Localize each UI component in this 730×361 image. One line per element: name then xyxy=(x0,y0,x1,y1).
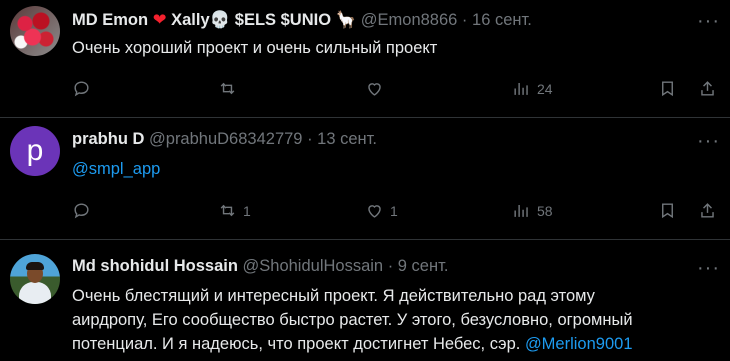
tweet-date[interactable]: 16 сент. xyxy=(472,11,532,29)
tweet-text-line: потенциал. И я надеюсь, что проект дости… xyxy=(72,332,633,356)
views-count: 58 xyxy=(537,202,553,219)
tweet-prabhu[interactable]: p prabhu D @prabhuD68342779 · 13 сент. ·… xyxy=(0,118,730,240)
bookmark-icon xyxy=(662,81,673,97)
tweet-text: Очень блестящий и интересный проект. Я д… xyxy=(72,284,633,356)
tweet-text: Очень хороший проект и очень сильный про… xyxy=(72,39,438,57)
like-button[interactable] xyxy=(365,79,390,98)
tweet-mention-link[interactable]: @smpl_app xyxy=(72,157,160,181)
reply-button[interactable] xyxy=(72,201,97,220)
user-name[interactable]: prabhu D xyxy=(72,130,144,148)
separator: · xyxy=(387,257,394,275)
views-icon xyxy=(514,204,528,217)
user-handle[interactable]: @ShohidulHossain xyxy=(243,257,384,275)
like-icon xyxy=(368,83,381,96)
more-options-icon[interactable]: ··· xyxy=(697,10,720,33)
tweet-emon[interactable]: MD Emon ❤ Xally💀 $ELS $UNIO 🦙 @Emon8866 … xyxy=(0,0,730,118)
user-handle[interactable]: @prabhuD68342779 xyxy=(149,130,302,148)
heart-emoji-icon: ❤ xyxy=(152,11,167,29)
retweet-count: 1 xyxy=(243,202,251,219)
tweet-shohidul[interactable]: Md shohidul Hossain @ShohidulHossain · 9… xyxy=(0,240,730,361)
tweet-date[interactable]: 9 сент. xyxy=(398,257,449,275)
more-options-icon[interactable]: ··· xyxy=(697,130,720,153)
like-button[interactable]: 1 xyxy=(365,201,398,220)
separator: · xyxy=(461,11,468,29)
views-button[interactable]: 24 xyxy=(512,79,553,98)
tweet-text-line-content: потенциал. И я надеюсь, что проект дости… xyxy=(72,335,525,353)
reply-icon xyxy=(74,81,89,97)
share-button[interactable] xyxy=(698,201,717,220)
retweet-icon xyxy=(220,204,235,217)
share-button[interactable] xyxy=(698,79,717,98)
more-options-icon[interactable]: ··· xyxy=(697,257,720,280)
bookmark-button[interactable] xyxy=(658,79,677,98)
share-icon xyxy=(701,81,714,96)
tweet-header: MD Emon ❤ Xally💀 $ELS $UNIO 🦙 @Emon8866 … xyxy=(72,10,532,30)
tweet-header: Md shohidul Hossain @ShohidulHossain · 9… xyxy=(72,257,448,276)
tweet-date[interactable]: 13 сент. xyxy=(317,130,377,148)
tweet-text-line: Очень блестящий и интересный проект. Я д… xyxy=(72,287,595,305)
tweet-text-line: аирдропу, Его сообщество быстро растет. … xyxy=(72,311,633,329)
like-icon xyxy=(368,205,381,218)
tweet-header: prabhu D @prabhuD68342779 · 13 сент. xyxy=(72,130,377,149)
user-name-suffix[interactable]: Xally💀 $ELS $UNIO 🦙 xyxy=(171,11,356,29)
user-name[interactable]: Md shohidul Hossain xyxy=(72,257,238,275)
views-count: 24 xyxy=(537,80,553,97)
reply-icon xyxy=(74,203,89,219)
like-count: 1 xyxy=(390,202,398,219)
tweet-actions: 24 xyxy=(72,79,722,101)
retweet-button[interactable] xyxy=(218,79,243,98)
bookmark-button[interactable] xyxy=(658,201,677,220)
avatar[interactable] xyxy=(10,254,60,304)
retweet-button[interactable]: 1 xyxy=(218,201,251,220)
views-icon xyxy=(514,82,528,95)
tweet-actions: 1 1 58 xyxy=(72,201,722,223)
avatar[interactable]: p xyxy=(10,126,60,176)
reply-button[interactable] xyxy=(72,79,97,98)
share-icon xyxy=(701,203,714,218)
separator: · xyxy=(307,130,313,148)
views-button[interactable]: 58 xyxy=(512,201,553,220)
retweet-icon xyxy=(220,82,235,95)
avatar[interactable] xyxy=(10,6,60,56)
bookmark-icon xyxy=(662,203,673,219)
mention-link[interactable]: @Merlion9001 xyxy=(525,335,633,353)
avatar-hair xyxy=(26,262,44,270)
user-name[interactable]: MD Emon xyxy=(72,11,148,29)
avatar-body xyxy=(19,282,51,304)
user-handle[interactable]: @Emon8866 xyxy=(361,11,458,29)
